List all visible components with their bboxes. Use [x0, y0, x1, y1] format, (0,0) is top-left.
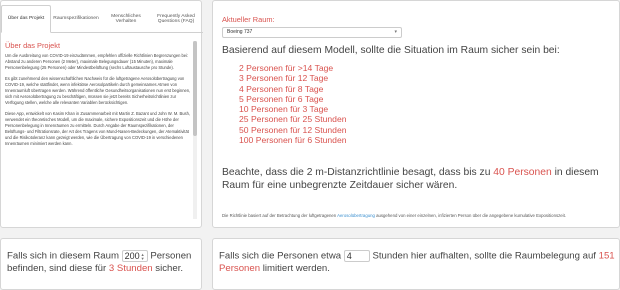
- footnote-text: ausgehend von einer einzelnen, infiziert…: [374, 213, 566, 218]
- footnote-text: Die Richtlinie basiert auf der Betrachtu…: [222, 213, 338, 218]
- about-paragraph: Um die Ausbreitung von COVID-19 einzudäm…: [5, 53, 189, 70]
- footnote: Die Richtlinie basiert auf der Betrachtu…: [222, 213, 566, 218]
- distance-people: 40 Personen: [493, 167, 552, 178]
- scenario-item: 100 Personen für 6 Stunden: [239, 135, 347, 146]
- tab-about[interactable]: Über das Projekt: [1, 5, 51, 33]
- safe-duration: 3 Stunden: [108, 262, 153, 274]
- room-label: Aktueller Raum:: [222, 15, 275, 24]
- room-select[interactable]: Boeing 737 ▾: [222, 27, 402, 38]
- distance-text: Beachte, dass die 2 m-Distanzrichtlinie …: [222, 167, 494, 178]
- results-panel: Aktueller Raum: Boeing 737 ▾ Basierend a…: [212, 0, 620, 228]
- scrollbar[interactable]: [193, 41, 197, 219]
- calc-text: sicher.: [155, 262, 184, 274]
- scenario-item: 10 Personen für 3 Tage: [239, 104, 329, 115]
- calc-text: limitiert werden.: [262, 262, 330, 274]
- about-paragraph: Es gibt zunehmend den wissenschaftlichen…: [5, 76, 191, 105]
- scenario-list: 2 Personen für >14 Tage 3 Personen für 1…: [239, 63, 347, 145]
- about-title: Über das Projekt: [5, 41, 61, 50]
- distance-note: Beachte, dass die 2 m-Distanzrichtlinie …: [222, 167, 614, 192]
- scenario-item: 2 Personen für >14 Tage: [239, 63, 334, 73]
- about-paragraph: Diese App, entwickelt von Kasim Khan in …: [5, 111, 190, 146]
- info-panel: Über das Projekt Raumspezifikationen Men…: [0, 0, 203, 228]
- tab-faq[interactable]: Frequently Asked Questions (FAQ): [151, 5, 201, 33]
- tab-room-specs[interactable]: Raumspezifikationen: [51, 5, 101, 33]
- people-count-value: 200: [124, 251, 140, 261]
- spinner-icon[interactable]: ▲ ▼: [141, 252, 145, 261]
- room-select-value: Boeing 737: [227, 29, 253, 35]
- calc-text: Falls sich in diesem Raum: [7, 250, 119, 262]
- people-calc-text: Falls sich in diesem Raum 200▲ ▼ Personen…: [7, 250, 201, 275]
- people-count-input[interactable]: 200▲ ▼: [121, 250, 148, 262]
- scenario-item: 5 Personen für 6 Tage: [239, 93, 324, 104]
- hours-calc-text: Falls sich die Personen etwa 4 Stunden h…: [219, 250, 619, 275]
- hours-calculator: Falls sich die Personen etwa 4 Stunden h…: [212, 238, 620, 290]
- calc-text: Falls sich die Personen etwa: [219, 250, 342, 262]
- hours-value: 4: [346, 251, 352, 261]
- calc-text: Stunden hier aufhalten, sollte die Raumb…: [372, 250, 596, 262]
- results-intro: Basierend auf diesem Modell, sollte die …: [222, 45, 560, 56]
- aerosol-link[interactable]: Aerosolübertragung: [337, 213, 375, 218]
- scrollbar-thumb[interactable]: [193, 41, 197, 136]
- tab-content: Über das Projekt Um die Ausbreitung von …: [5, 41, 191, 223]
- scenario-item: 4 Personen für 8 Tage: [239, 83, 324, 94]
- hours-input[interactable]: 4: [343, 250, 370, 262]
- tab-human-behavior[interactable]: Menschliches Verhalten: [101, 5, 151, 33]
- people-calculator: Falls sich in diesem Raum 200▲ ▼ Personen…: [0, 238, 202, 290]
- scenario-item: 3 Personen für 12 Tage: [239, 73, 329, 84]
- scenario-item: 25 Personen für 25 Stunden: [239, 114, 347, 125]
- scenario-item: 50 Personen für 12 Stunden: [239, 124, 347, 135]
- tab-bar: Über das Projekt Raumspezifikationen Men…: [1, 5, 203, 33]
- chevron-down-icon: ▾: [394, 29, 397, 35]
